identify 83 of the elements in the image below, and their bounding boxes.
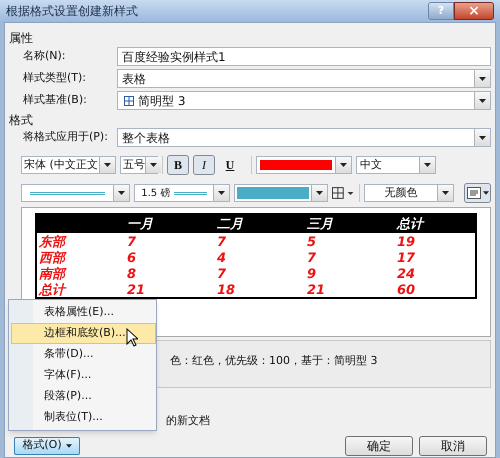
table-cell-text: 西部 [38, 250, 68, 266]
table-cell-text: 4 [217, 250, 228, 268]
style-description: 色：红色，优先级：100，基于：简明型 3 [170, 354, 378, 367]
table-cell-text: 南部 [38, 266, 68, 283]
field-label: 名称(N): [22, 48, 67, 64]
table-cell-text: 21 [127, 282, 146, 300]
table-cell-text: 东部 [38, 234, 68, 250]
caret-icon [118, 191, 126, 195]
format-toggle-button[interactable]: I [193, 155, 215, 175]
caret-icon [442, 191, 449, 195]
table-cell-text: 21 [307, 282, 326, 300]
language-value: 中文 [359, 157, 383, 173]
caret-icon [316, 191, 323, 195]
field-label: 样式类型(T): [22, 70, 88, 86]
dropdown-field[interactable]: 表格 [117, 69, 491, 88]
column-header: 总计 [397, 216, 426, 234]
align-icon [466, 187, 481, 199]
caret-icon [482, 191, 489, 195]
shading-dropdown[interactable]: 无颜色 [364, 184, 454, 202]
caret-icon [479, 136, 486, 140]
table-cell-text: 8 [127, 266, 138, 284]
table-cell-text: 5 [307, 234, 318, 252]
table-cell-text: 60 [397, 282, 416, 300]
menu-item[interactable]: 段落(P)... [11, 386, 156, 407]
format-toggle-button[interactable]: U [219, 155, 241, 175]
field-value: 表格 [121, 70, 147, 88]
font-name: 宋体 (中文正文 [23, 157, 99, 173]
table-cell-text: 总计 [38, 282, 68, 300]
shading-value: 无颜色 [383, 185, 418, 201]
window-title: 根据格式设置创建新样式 [6, 3, 138, 20]
format-toggle-button[interactable]: B [167, 155, 189, 175]
option-label: 的新文档 [166, 413, 211, 429]
borders-icon[interactable] [332, 187, 355, 199]
border-color-dropdown[interactable] [234, 184, 328, 202]
column-header: 二月 [217, 216, 244, 234]
caret-icon [66, 444, 72, 448]
caret-icon [479, 76, 486, 80]
table-cell-text: 17 [397, 250, 416, 268]
dropdown-field[interactable]: 简明型 3 [117, 91, 491, 110]
table-cell-text: 9 [307, 266, 318, 284]
font-color-dropdown[interactable] [256, 156, 352, 174]
field-value: 简明型 3 [137, 92, 186, 110]
menu-item[interactable]: 表格属性(E)... [11, 302, 156, 323]
section-heading: 属性 [9, 30, 34, 46]
caret-icon [150, 163, 157, 167]
menu-item[interactable]: 制表位(T)... [11, 407, 156, 428]
field-label: 将格式应用于(P): [22, 129, 109, 146]
caret-icon [340, 163, 347, 167]
line-weight: 1.5 磅 [140, 186, 172, 200]
font-dropdown[interactable]: 宋体 (中文正文 [21, 156, 116, 174]
mouse-cursor-icon [126, 328, 138, 347]
table-cell-text: 19 [397, 234, 416, 252]
table-cell-text: 6 [127, 250, 138, 268]
align-dropdown[interactable] [464, 183, 491, 203]
table-cell-text: 24 [397, 266, 416, 284]
table-cell-text: 7 [127, 234, 138, 252]
menu-item[interactable]: 边框和底纹(B)... [11, 323, 156, 344]
caret-icon [479, 98, 486, 102]
input-field[interactable]: 百度经验实例样式1 [117, 47, 491, 66]
column-header: 三月 [307, 216, 334, 234]
ok-button[interactable]: 确定 [345, 436, 413, 456]
table-cell-text: 7 [307, 250, 318, 268]
cancel-button[interactable]: 取消 [419, 436, 487, 456]
font-size: 五号 [122, 157, 145, 173]
menu-item[interactable]: 条带(D)... [11, 344, 156, 365]
line-weight-dropdown[interactable]: 1.5 磅 [134, 184, 230, 202]
menu-item[interactable]: 字体(F)... [11, 365, 156, 386]
line-sample [174, 192, 207, 194]
column-header: 一月 [127, 216, 154, 234]
field-value: 整个表格 [121, 130, 171, 146]
caret-icon [218, 191, 225, 195]
size-dropdown[interactable]: 五号 [120, 156, 158, 174]
caret-icon [104, 163, 111, 167]
caret-icon [424, 163, 431, 167]
table-cell-text: 7 [217, 234, 228, 252]
dropdown-field[interactable]: 整个表格 [117, 128, 491, 147]
section-heading: 格式 [9, 112, 34, 127]
format-menu-button[interactable]: 格式(O) [14, 436, 80, 454]
table-cell-text: 7 [217, 266, 228, 284]
language-dropdown[interactable]: 中文 [356, 156, 436, 174]
table-icon [124, 96, 134, 106]
table-cell-text: 18 [217, 282, 236, 300]
field-label: 样式基准(B): [22, 92, 88, 108]
